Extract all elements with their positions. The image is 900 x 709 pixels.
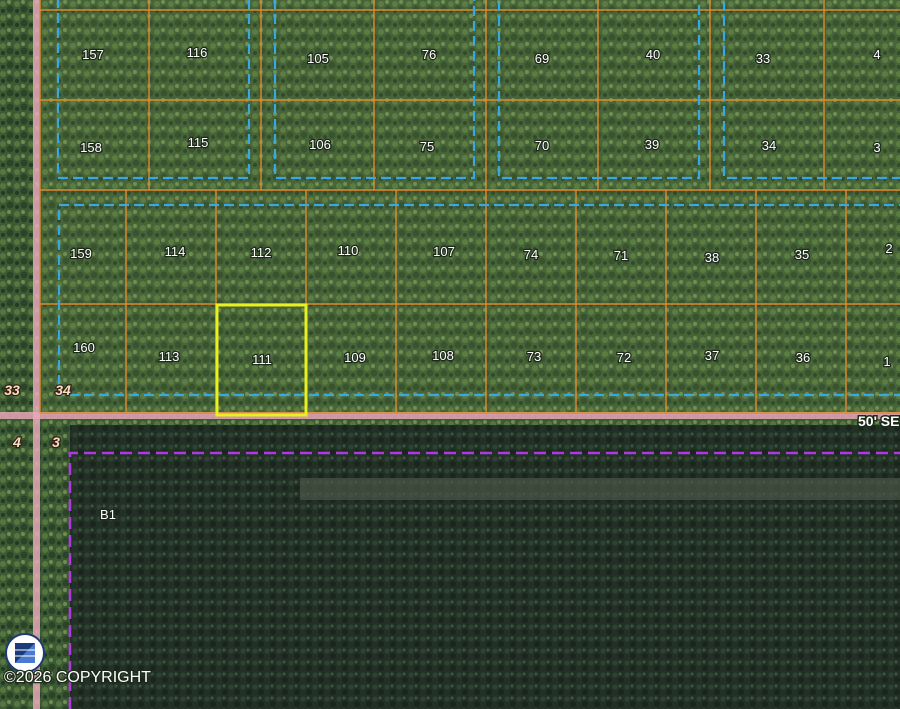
mls-logo-icon [5, 633, 45, 673]
parcel-label[interactable]: 73 [526, 348, 543, 366]
parcel-label[interactable]: 74 [523, 246, 540, 264]
parcel-label[interactable]: 113 [157, 348, 180, 366]
parcel-label[interactable]: 116 [185, 44, 208, 62]
map-canvas[interactable]: 157 116 105 76 69 40 33 4 158 115 106 75… [0, 0, 900, 709]
parcel-label[interactable]: 105 [306, 50, 330, 68]
parcel-label[interactable]: 107 [432, 243, 456, 261]
parcel-label[interactable]: 115 [186, 134, 209, 152]
parcel-label[interactable]: 157 [81, 46, 105, 64]
parcel-label[interactable]: 106 [308, 136, 332, 154]
parcel-label[interactable]: 4 [872, 46, 882, 64]
parcel-label[interactable]: 69 [534, 50, 551, 68]
parcel-label[interactable]: 37 [704, 347, 721, 365]
parcel-label[interactable]: 114 [163, 243, 186, 261]
parcel-label[interactable]: 2 [884, 240, 894, 258]
parcel-map[interactable]: 157 116 105 76 69 40 33 4 158 115 106 75… [0, 0, 900, 709]
copyright-notice: ©2026 COPYRIGHT [4, 669, 151, 686]
dense-forest-area [70, 425, 900, 709]
section-label: 34 [55, 382, 71, 398]
road-label: 50' SE [858, 413, 899, 429]
parcel-label[interactable]: 38 [704, 249, 721, 267]
parcel-label[interactable]: 33 [755, 50, 772, 68]
parcel-label[interactable]: 75 [419, 138, 436, 156]
parcel-label[interactable]: 3 [872, 139, 882, 157]
parcel-label-selected[interactable]: 111 [251, 351, 273, 369]
parcel-label[interactable]: 35 [794, 246, 811, 264]
parcel-label[interactable]: 109 [343, 349, 367, 367]
road-vertical [33, 0, 40, 709]
parcel-label[interactable]: 112 [249, 244, 272, 262]
section-label: 4 [12, 434, 21, 450]
parcel-label[interactable]: 39 [644, 136, 661, 154]
parcel-label[interactable]: 36 [795, 349, 812, 367]
parcel-label[interactable]: 76 [421, 46, 438, 64]
parcel-label[interactable]: 40 [645, 46, 662, 64]
parcel-label[interactable]: 108 [431, 347, 455, 365]
parcel-label[interactable]: 1 [882, 353, 892, 371]
parcel-label[interactable]: 159 [69, 245, 93, 263]
parcel-label[interactable]: 158 [79, 139, 103, 157]
section-label: 33 [4, 382, 20, 398]
block-label: B1 [100, 507, 116, 522]
parcel-label[interactable]: 34 [761, 137, 778, 155]
cleared-strip [300, 478, 900, 500]
parcel-label[interactable]: 71 [613, 247, 630, 265]
parcel-label[interactable]: 72 [616, 349, 633, 367]
parcel-label[interactable]: 70 [534, 137, 551, 155]
section-label: 3 [52, 434, 60, 450]
parcel-label[interactable]: 110 [336, 242, 359, 260]
parcel-label[interactable]: 160 [72, 339, 96, 357]
